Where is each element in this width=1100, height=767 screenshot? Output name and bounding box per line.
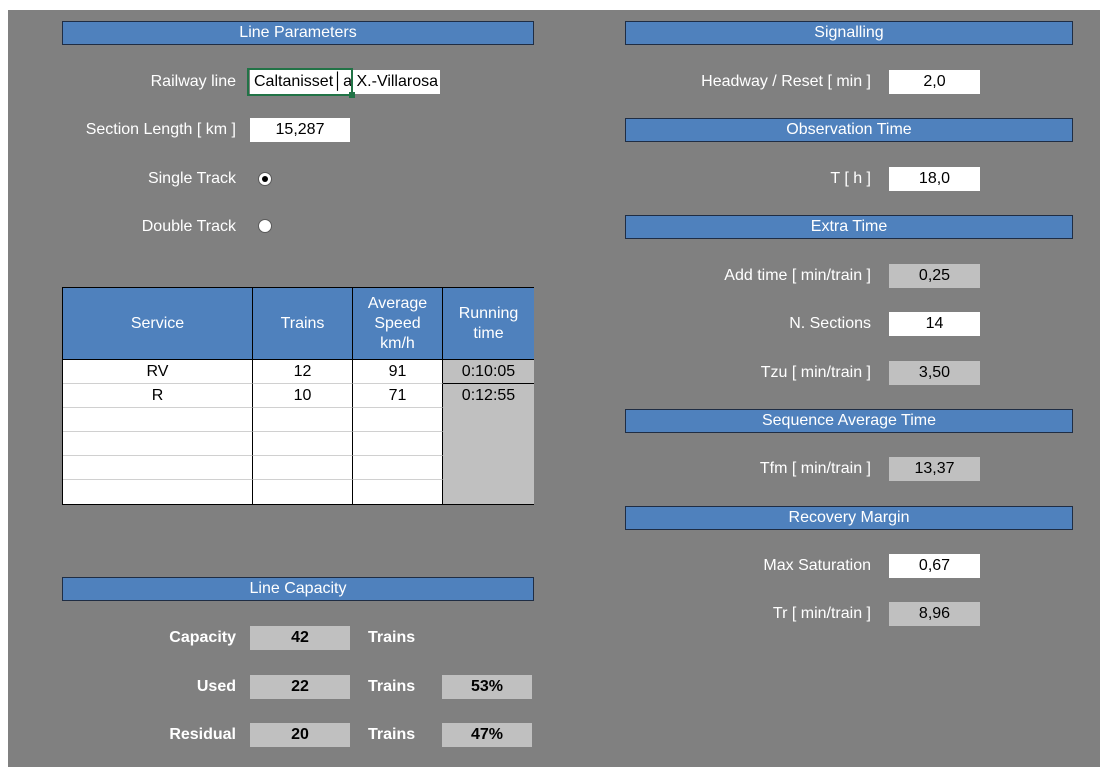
table-row-1-speed[interactable]: 91 (353, 360, 443, 384)
table-row-3-speed[interactable] (353, 408, 443, 432)
running-time-column-header: Running time (443, 288, 534, 360)
service-header-label: Service (130, 314, 185, 332)
table-row-1-service[interactable]: RV (63, 360, 253, 384)
table-row-4-speed[interactable] (353, 432, 443, 456)
trains-column-header: Trains (253, 288, 353, 360)
table-row-4-service[interactable] (63, 432, 253, 456)
table-row-6-speed[interactable] (353, 480, 443, 504)
fill-handle[interactable] (349, 92, 355, 98)
headway-field[interactable]: 2,0 (889, 70, 980, 94)
double-track-label: Double Track (141, 218, 236, 235)
capacity-value: 42 (250, 626, 350, 650)
line-parameters-header: Line Parameters (62, 21, 534, 45)
table-row-2-speed[interactable]: 71 (353, 384, 443, 408)
observation-t-label: T [ h ] (830, 170, 871, 187)
speed-header-line2: Speed (374, 314, 421, 332)
table-row-5-trains[interactable] (253, 456, 353, 480)
max-saturation-field[interactable]: 0,67 (889, 554, 980, 578)
tr-value: 8,96 (889, 602, 980, 626)
speed-header-line1: Average (367, 294, 428, 312)
table-row-1-running-time: 0:10:05 (443, 360, 534, 384)
tr-label: Tr [ min/train ] (772, 605, 871, 622)
signalling-header: Signalling (625, 21, 1073, 45)
add-time-label: Add time [ min/train ] (724, 267, 871, 284)
table-row-6-service[interactable] (63, 480, 253, 504)
n-sections-label: N. Sections (789, 315, 871, 332)
n-sections-field[interactable]: 14 (889, 312, 980, 336)
residual-percentage: 47% (442, 723, 532, 747)
table-row-4-trains[interactable] (253, 432, 353, 456)
single-track-label: Single Track (147, 170, 236, 187)
table-row-5-speed[interactable] (353, 456, 443, 480)
add-time-value: 0,25 (889, 264, 980, 288)
table-row-3-trains[interactable] (253, 408, 353, 432)
tfm-value: 13,37 (889, 457, 980, 481)
trains-header-label: Trains (280, 314, 325, 332)
table-row-2-running-time: 0:12:55 (461, 387, 516, 404)
capacity-unit: Trains (368, 629, 416, 646)
single-track-radio[interactable] (258, 172, 272, 186)
service-column-header: Service (63, 288, 253, 360)
table-row-2-service[interactable]: R (63, 384, 253, 408)
sequence-average-time-header: Sequence Average Time (625, 409, 1073, 433)
tzu-value: 3,50 (889, 361, 980, 385)
table-row-5-service[interactable] (63, 456, 253, 480)
double-track-radio[interactable] (258, 219, 272, 233)
tfm-label: Tfm [ min/train ] (759, 460, 871, 477)
cell-selection-box (247, 68, 353, 96)
extra-time-header: Extra Time (625, 215, 1073, 239)
speed-column-header: Average Speed km/h (353, 288, 443, 360)
headway-label: Headway / Reset [ min ] (701, 73, 871, 90)
residual-unit: Trains (368, 726, 416, 743)
spreadsheet-sheet: Line Parameters Railway line Caltanisset… (8, 10, 1100, 767)
observation-time-header: Observation Time (625, 118, 1073, 142)
recovery-margin-header: Recovery Margin (625, 506, 1073, 530)
residual-label: Residual (169, 726, 236, 743)
section-length-field[interactable]: 15,287 (250, 118, 350, 142)
table-row-3-service[interactable] (63, 408, 253, 432)
section-length-label: Section Length [ km ] (85, 121, 236, 138)
table-row-2-trains[interactable]: 10 (253, 384, 353, 408)
table-row-6-trains[interactable] (253, 480, 353, 504)
table-row-1-trains[interactable]: 12 (253, 360, 353, 384)
speed-header-line3: km/h (380, 334, 415, 352)
used-value: 22 (250, 675, 350, 699)
running-header-line1: Running (458, 304, 519, 322)
railway-line-label: Railway line (150, 73, 236, 90)
observation-t-field[interactable]: 18,0 (889, 167, 980, 191)
used-unit: Trains (368, 678, 416, 695)
running-header-line2: time (473, 324, 504, 342)
residual-value: 20 (250, 723, 350, 747)
tzu-label: Tzu [ min/train ] (760, 364, 871, 381)
max-saturation-label: Max Saturation (763, 557, 871, 574)
service-table: Service Trains Average Speed km/h Runnin… (62, 287, 534, 505)
line-capacity-header: Line Capacity (62, 577, 534, 601)
used-percentage: 53% (442, 675, 532, 699)
used-label: Used (196, 678, 236, 695)
capacity-label: Capacity (169, 629, 236, 646)
